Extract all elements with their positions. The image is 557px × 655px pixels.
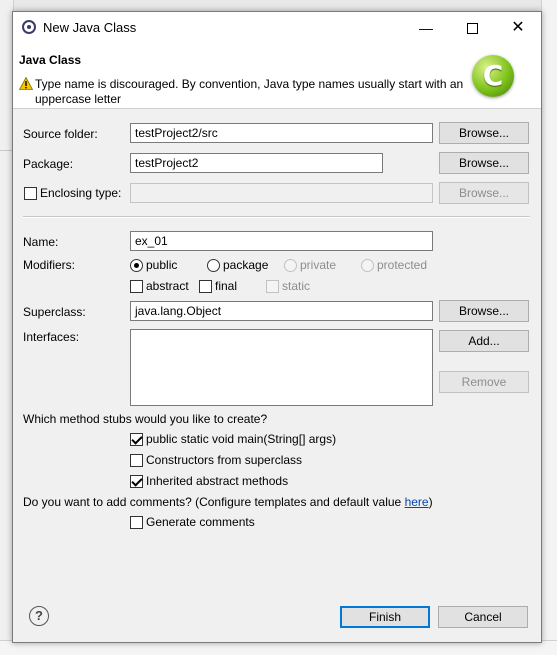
source-folder-browse-button[interactable]: Browse...: [439, 122, 529, 144]
close-button[interactable]: ✕: [495, 12, 541, 44]
source-folder-input[interactable]: testProject2/src: [130, 123, 433, 143]
separator: [23, 216, 530, 218]
window-title: New Java Class: [43, 20, 137, 35]
inherited-methods-label: Inherited abstract methods: [146, 474, 289, 488]
private-radio[interactable]: [284, 259, 297, 272]
maximize-icon: [466, 23, 478, 34]
help-icon[interactable]: ?: [29, 606, 49, 626]
background-workspace-right: [541, 0, 557, 654]
generate-comments-label: Generate comments: [146, 515, 255, 529]
name-label: Name:: [23, 235, 59, 249]
comments-question: Do you want to add comments? (Configure …: [23, 495, 433, 509]
maximize-button[interactable]: [449, 12, 495, 44]
page-title: Java Class: [19, 53, 82, 67]
final-label: final: [215, 279, 238, 293]
main-method-checkbox[interactable]: [130, 433, 143, 446]
wizard-banner: Java Class Type name is discouraged. By …: [13, 44, 541, 109]
main-method-label: public static void main(String[] args): [146, 432, 337, 446]
package-input[interactable]: testProject2: [130, 153, 383, 173]
warning-icon: [19, 77, 33, 90]
background-divider: [0, 150, 12, 151]
minimize-button[interactable]: —: [403, 12, 449, 44]
constructors-checkbox[interactable]: [130, 454, 143, 467]
package-radio[interactable]: [207, 259, 220, 272]
superclass-label: Superclass:: [23, 305, 86, 319]
method-stubs-question: Which method stubs would you like to cre…: [23, 412, 268, 426]
configure-templates-link[interactable]: here: [405, 495, 429, 509]
package-browse-button[interactable]: Browse...: [439, 152, 529, 174]
abstract-checkbox[interactable]: [130, 280, 143, 293]
cancel-button[interactable]: Cancel: [438, 606, 528, 628]
warning-message: Type name is discouraged. By convention,…: [35, 77, 464, 106]
enclosing-type-checkbox[interactable]: [24, 187, 37, 200]
private-label: private: [300, 258, 337, 272]
protected-label: protected: [377, 258, 428, 272]
add-interface-button[interactable]: Add...: [439, 330, 529, 352]
final-checkbox[interactable]: [199, 280, 212, 293]
enclosing-type-label: Enclosing type:: [40, 186, 122, 200]
finish-button[interactable]: Finish: [340, 606, 430, 628]
abstract-label: abstract: [146, 279, 189, 293]
title-bar: New Java Class — ✕: [13, 12, 541, 44]
public-radio[interactable]: [130, 259, 143, 272]
new-java-class-dialog: New Java Class — ✕ Java Class Type name …: [12, 11, 542, 643]
generate-comments-checkbox[interactable]: [130, 516, 143, 529]
public-label: public: [146, 258, 178, 272]
eclipse-icon: [22, 20, 36, 34]
modifiers-label: Modifiers:: [23, 258, 76, 272]
java-class-logo-icon: C: [472, 55, 514, 97]
package-label: Package:: [23, 157, 74, 171]
interfaces-list[interactable]: [130, 329, 433, 406]
source-folder-label: Source folder:: [23, 127, 98, 141]
static-label: static: [282, 279, 311, 293]
static-checkbox[interactable]: [266, 280, 279, 293]
enclosing-type-input[interactable]: [130, 183, 433, 203]
constructors-label: Constructors from superclass: [146, 453, 303, 467]
enclosing-type-browse-button[interactable]: Browse...: [439, 182, 529, 204]
remove-interface-button[interactable]: Remove: [439, 371, 529, 393]
interfaces-label: Interfaces:: [23, 330, 80, 344]
protected-radio[interactable]: [361, 259, 374, 272]
name-input[interactable]: ex_01: [130, 231, 433, 251]
package-modifier-label: package: [223, 258, 269, 272]
superclass-browse-button[interactable]: Browse...: [439, 300, 529, 322]
superclass-input[interactable]: java.lang.Object: [130, 301, 433, 321]
inherited-methods-checkbox[interactable]: [130, 475, 143, 488]
